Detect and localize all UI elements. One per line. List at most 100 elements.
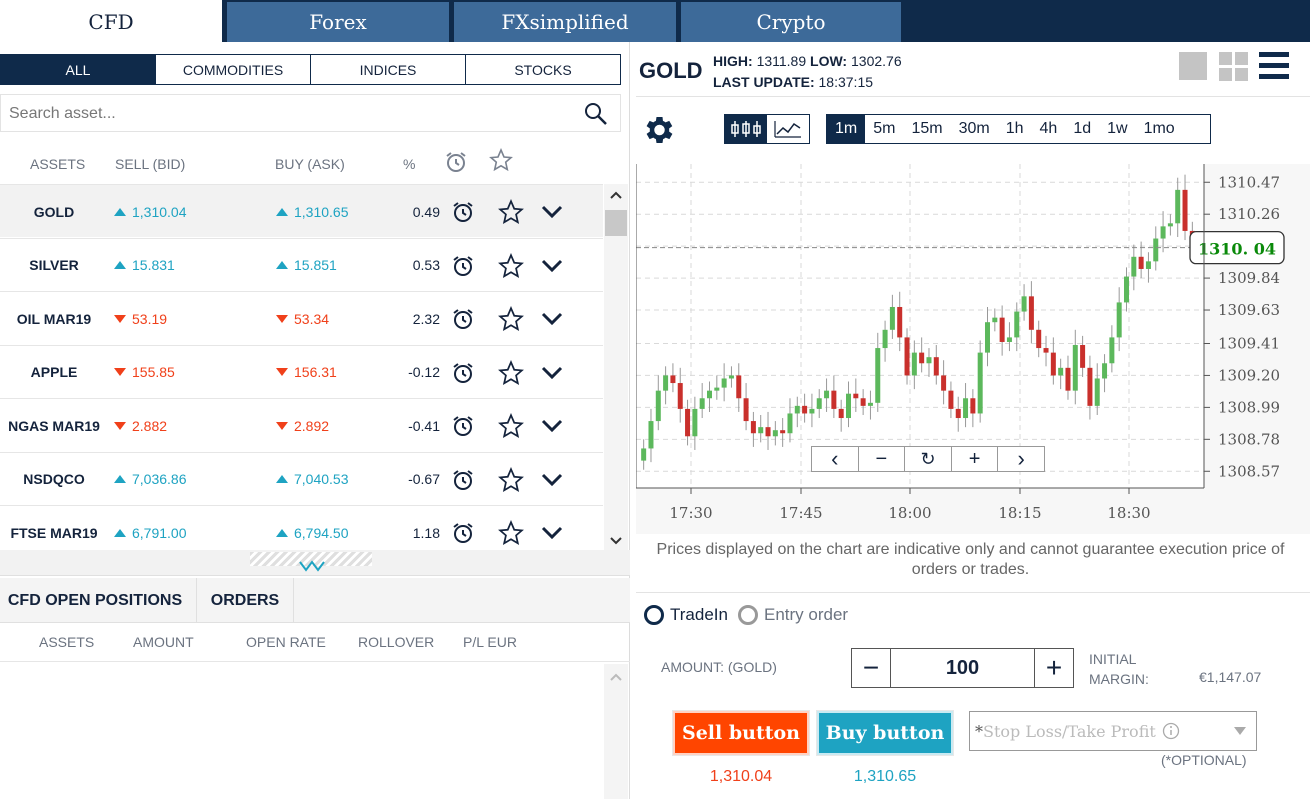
- timeframe-5m[interactable]: 5m: [865, 115, 903, 143]
- tab-cfd[interactable]: CFD: [0, 0, 222, 44]
- search-input[interactable]: [9, 103, 569, 125]
- timeframe-1d[interactable]: 1d: [1065, 115, 1099, 143]
- star-icon[interactable]: [498, 520, 524, 546]
- settings-gear-icon[interactable]: [640, 112, 676, 148]
- chart-next-button[interactable]: ›: [998, 446, 1044, 471]
- sell-price-cell[interactable]: 7,036.86: [114, 453, 187, 506]
- timeframe-15m[interactable]: 15m: [903, 115, 950, 143]
- timeframe-4h[interactable]: 4h: [1032, 115, 1066, 143]
- sell-price-cell[interactable]: 6,791.00: [114, 506, 187, 550]
- info-icon[interactable]: [1162, 722, 1180, 740]
- subtab-commodities[interactable]: COMMODITIES: [155, 55, 310, 84]
- table-row[interactable]: APPLE 155.85 156.31 -0.12: [0, 344, 603, 399]
- panel-splitter[interactable]: [0, 550, 630, 576]
- table-row[interactable]: NGAS MAR19 2.882 2.892 -0.41: [0, 398, 603, 451]
- alarm-clock-icon[interactable]: [451, 468, 475, 492]
- star-icon[interactable]: [498, 413, 524, 439]
- buy-price-cell[interactable]: 1,310.65: [276, 185, 349, 238]
- buy-price-cell[interactable]: 156.31: [276, 346, 337, 399]
- chevron-down-icon[interactable]: [541, 312, 563, 326]
- star-icon[interactable]: [498, 359, 524, 386]
- price-chart[interactable]: 1310.47 1310.26 1309.84 1309.63 1309.41 1309.…: [635, 164, 1310, 534]
- menu-icon[interactable]: [1259, 52, 1289, 80]
- tab-fxsimplified[interactable]: FXsimplified: [454, 2, 676, 42]
- buy-price-cell[interactable]: 7,040.53: [276, 453, 349, 506]
- amount-increase-button[interactable]: +: [1035, 649, 1073, 687]
- subtab-stocks[interactable]: STOCKS: [465, 55, 620, 84]
- chart-reset-button[interactable]: ↻: [905, 447, 952, 471]
- buy-price-cell[interactable]: 15.851: [276, 239, 337, 292]
- asset-list-scrollbar[interactable]: [604, 184, 628, 552]
- timeframe-30m[interactable]: 30m: [951, 115, 998, 143]
- star-icon[interactable]: [498, 306, 524, 332]
- chart-zoom-out-button[interactable]: −: [859, 447, 906, 471]
- star-icon[interactable]: [498, 252, 524, 279]
- chevron-down-icon[interactable]: [541, 205, 563, 219]
- positions-scrollbar[interactable]: [604, 664, 628, 799]
- radio-entry-order[interactable]: Entry order: [738, 605, 848, 625]
- tab-forex[interactable]: Forex: [227, 2, 449, 42]
- tab-crypto[interactable]: Crypto: [681, 2, 901, 42]
- buy-price-cell[interactable]: 2.892: [276, 399, 329, 452]
- timeframe-1m[interactable]: 1m: [827, 115, 866, 143]
- search-icon[interactable]: [584, 102, 608, 126]
- alarm-clock-icon[interactable]: [451, 254, 475, 278]
- radio-tradein[interactable]: TradeIn: [644, 605, 728, 625]
- timeframe-1w[interactable]: 1w: [1099, 115, 1135, 143]
- dropdown-arrow-icon[interactable]: [1234, 727, 1246, 735]
- scroll-thumb[interactable]: [605, 210, 627, 236]
- star-icon[interactable]: [498, 466, 524, 493]
- candlestick-chart-svg[interactable]: 1310.47 1310.26 1309.84 1309.63 1309.41 1309.…: [635, 164, 1310, 534]
- chart-zoom-in-button[interactable]: +: [952, 447, 999, 471]
- chevron-down-icon[interactable]: [541, 259, 563, 273]
- buy-price-cell[interactable]: 6,794.50: [276, 506, 349, 550]
- chevron-down-icon[interactable]: [541, 366, 563, 380]
- sell-price-cell[interactable]: 155.85: [114, 346, 175, 399]
- subtab-indices[interactable]: INDICES: [310, 55, 465, 84]
- sell-price-cell[interactable]: 2.882: [114, 399, 167, 452]
- radio-entry-order-dot[interactable]: [738, 605, 758, 625]
- drag-handle-icon[interactable]: [298, 560, 326, 572]
- sell-button[interactable]: Sell button: [673, 711, 809, 755]
- tab-orders[interactable]: ORDERS: [196, 578, 294, 623]
- grid-view-icon[interactable]: [1219, 52, 1248, 81]
- stop-loss-take-profit-select[interactable]: * Stop Loss/Take Profit: [969, 711, 1257, 751]
- radio-tradein-dot[interactable]: [644, 605, 664, 625]
- chart-prev-button[interactable]: ‹: [812, 446, 859, 471]
- buy-price-cell[interactable]: 53.34: [276, 292, 329, 345]
- timeframe-1mo[interactable]: 1mo: [1136, 115, 1183, 143]
- chevron-down-icon[interactable]: [541, 419, 563, 433]
- scroll-up-icon[interactable]: [610, 672, 622, 682]
- alarm-clock-icon[interactable]: [451, 414, 475, 438]
- column-header-percent[interactable]: %: [403, 146, 415, 182]
- candle-body: [802, 405, 808, 414]
- table-row[interactable]: FTSE MAR19 6,791.00 6,794.50 1.18: [0, 505, 603, 550]
- amount-input[interactable]: 100: [890, 649, 1035, 687]
- alarm-clock-icon[interactable]: [451, 521, 475, 545]
- sell-price-cell[interactable]: 53.19: [114, 292, 167, 345]
- column-header-sell[interactable]: SELL (BID): [115, 146, 185, 182]
- scroll-down-icon[interactable]: [610, 536, 622, 546]
- chevron-down-icon[interactable]: [541, 526, 563, 540]
- alarm-clock-icon[interactable]: [451, 307, 475, 331]
- column-header-buy[interactable]: BUY (ASK): [275, 146, 345, 182]
- table-row[interactable]: SILVER 15.831 15.851 0.53: [0, 237, 603, 292]
- table-row[interactable]: OIL MAR19 53.19 53.34 2.32: [0, 291, 603, 344]
- alarm-clock-icon[interactable]: [451, 200, 475, 224]
- timeframe-1h[interactable]: 1h: [998, 115, 1032, 143]
- single-view-icon[interactable]: [1179, 52, 1207, 80]
- sell-price-cell[interactable]: 1,310.04: [114, 185, 187, 238]
- table-row[interactable]: NSDQCO 7,036.86 7,040.53 -0.67: [0, 451, 603, 506]
- candlestick-chart-button[interactable]: [725, 115, 767, 143]
- alarm-clock-icon[interactable]: [451, 361, 475, 385]
- sell-price-cell[interactable]: 15.831: [114, 239, 175, 292]
- table-row[interactable]: GOLD 1,310.04 1,310.65 0.49: [0, 184, 603, 237]
- star-icon[interactable]: [498, 199, 524, 225]
- buy-button[interactable]: Buy button: [817, 711, 953, 755]
- amount-decrease-button[interactable]: −: [852, 649, 890, 687]
- line-chart-button[interactable]: [767, 115, 809, 143]
- subtab-all[interactable]: ALL: [1, 55, 155, 84]
- scroll-up-icon[interactable]: [610, 190, 622, 200]
- chevron-down-icon[interactable]: [541, 473, 563, 487]
- tab-cfd-open-positions[interactable]: CFD OPEN POSITIONS: [0, 578, 190, 623]
